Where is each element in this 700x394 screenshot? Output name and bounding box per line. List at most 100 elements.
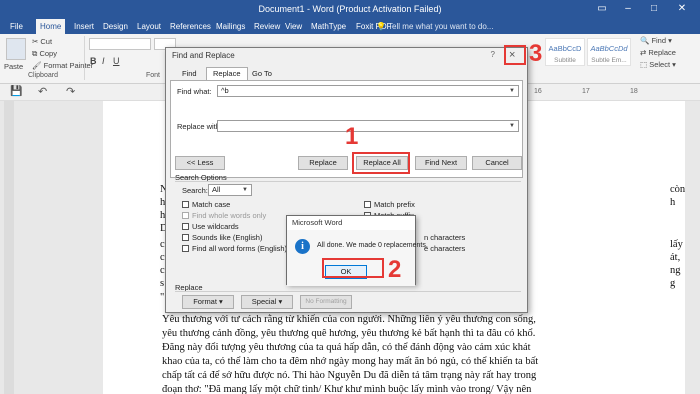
info-icon: i <box>295 239 310 254</box>
divider <box>84 36 85 80</box>
text-fragment: lấy <box>670 239 683 250</box>
text-fragment: " <box>160 292 165 303</box>
checkbox[interactable] <box>182 245 189 252</box>
underline-icon[interactable]: U <box>113 56 120 66</box>
whole-words-label: Find whole words only <box>192 211 267 220</box>
text-fragment: c <box>160 265 165 276</box>
find-what-input[interactable]: ^b ▼ <box>217 85 519 97</box>
message-box-title: Microsoft Word <box>287 216 415 230</box>
tell-me-text: Tell me what you want to do... <box>388 22 494 31</box>
sounds-like-checkbox[interactable]: Sounds like (English) <box>182 233 262 242</box>
bold-icon[interactable]: B <box>90 56 97 66</box>
checkbox[interactable] <box>182 201 189 208</box>
tab-mathtype[interactable]: MathType <box>307 19 350 34</box>
clipboard-group-label: Clipboard <box>28 72 58 79</box>
divider <box>175 291 521 292</box>
style-subtle-emphasis[interactable]: AaBbCcDd Subtle Em... <box>587 38 631 66</box>
checkbox[interactable] <box>182 223 189 230</box>
redo-icon[interactable]: ↷ <box>66 85 75 98</box>
find-button[interactable]: 🔍 Find ▾ <box>640 36 672 45</box>
divider <box>175 181 521 182</box>
ruler-mark: 17 <box>582 88 590 95</box>
match-case-label: Match case <box>192 200 231 209</box>
ruler-mark: 16 <box>534 88 542 95</box>
tab-design[interactable]: Design <box>99 19 132 34</box>
find-what-label: Find what: <box>177 87 212 96</box>
tab-insert[interactable]: Insert <box>70 19 98 34</box>
cancel-button[interactable]: Cancel <box>472 156 522 170</box>
close-window-icon[interactable]: ✕ <box>672 2 692 16</box>
save-icon[interactable]: 💾 <box>10 86 22 97</box>
chevron-down-icon: ▼ <box>242 187 248 193</box>
tab-mailings[interactable]: Mailings <box>212 19 249 34</box>
search-direction-value: All <box>212 185 221 194</box>
style-name: Subtitle <box>554 57 576 64</box>
italic-icon[interactable]: I <box>102 56 105 66</box>
message-text: All done. We made 0 replacements. <box>317 242 428 249</box>
tab-references[interactable]: References <box>166 19 215 34</box>
use-wildcards-checkbox[interactable]: Use wildcards <box>182 222 239 231</box>
chevron-down-icon[interactable]: ▼ <box>507 86 517 96</box>
undo-icon[interactable]: ↶ <box>38 85 47 98</box>
tab-review[interactable]: Review <box>250 19 284 34</box>
ribbon-display-icon[interactable]: ▭ <box>592 2 612 16</box>
match-prefix-checkbox[interactable]: Match prefix <box>364 200 415 209</box>
minimize-icon[interactable]: – <box>618 2 638 16</box>
copy-label: Copy <box>39 49 57 58</box>
tab-find[interactable]: Find <box>176 68 203 80</box>
maximize-icon[interactable]: □ <box>644 2 664 16</box>
checkbox[interactable] <box>182 212 189 219</box>
text-fragment: h <box>670 197 676 208</box>
title-bar: Document1 - Word (Product Activation Fai… <box>0 0 700 19</box>
tell-me-box[interactable]: 💡 Tell me what you want to do... <box>376 19 493 34</box>
paste-icon[interactable] <box>6 38 26 60</box>
replace-ribbon-button[interactable]: ⇄ Replace <box>640 48 676 57</box>
highlight-replace-all <box>352 152 410 174</box>
whole-words-checkbox[interactable]: Find whole words only <box>182 211 266 220</box>
cut-button[interactable]: ✂ Cut <box>32 37 52 46</box>
special-button[interactable]: Special ▾ <box>241 295 293 309</box>
font-name-box[interactable] <box>89 38 151 50</box>
tab-home[interactable]: Home <box>36 19 66 34</box>
document-line: chấp tất cả để sở hữu được nó. Thi hào N… <box>162 370 537 381</box>
style-subtitle[interactable]: AaBbCcD Subtitle <box>545 38 585 66</box>
cut-label: Cut <box>40 37 53 46</box>
no-formatting-button[interactable]: No Formatting <box>300 295 352 309</box>
help-icon[interactable]: ? <box>491 50 495 59</box>
replace-button[interactable]: Replace <box>298 156 348 170</box>
copy-button[interactable]: ⧉ Copy <box>32 49 57 59</box>
ignore-punctuation-label: n characters <box>424 233 466 242</box>
select-button[interactable]: ⬚ Select ▾ <box>640 60 676 69</box>
find-next-button[interactable]: Find Next <box>415 156 467 170</box>
document-line: Yêu thương với tư cách rằng từ khiến của… <box>162 314 536 325</box>
sounds-like-label: Sounds like (English) <box>192 233 263 242</box>
tab-layout[interactable]: Layout <box>133 19 165 34</box>
less-button[interactable]: << Less <box>175 156 225 170</box>
format-button[interactable]: Format ▾ <box>182 295 234 309</box>
checkbox[interactable] <box>182 234 189 241</box>
checkbox[interactable] <box>364 201 371 208</box>
dialog-title: Find and Replace <box>172 51 235 60</box>
select-icon: ⬚ <box>640 60 648 69</box>
paste-button[interactable]: Paste <box>4 62 23 71</box>
search-direction-select[interactable]: All ▼ <box>208 184 252 196</box>
tab-view[interactable]: View <box>281 19 306 34</box>
word-forms-checkbox[interactable]: Find all word forms (English) <box>182 244 287 253</box>
text-fragment: c <box>160 239 165 250</box>
word-forms-label: Find all word forms (English) <box>192 244 288 253</box>
format-painter-label: Format Painter <box>43 61 94 70</box>
copy-icon: ⧉ <box>32 49 38 58</box>
tab-replace[interactable]: Replace <box>206 67 248 81</box>
text-fragment: ng <box>670 265 681 276</box>
replace-icon: ⇄ <box>640 48 647 57</box>
document-line: đoạn thơ: "Đã mang lấy một chữ tình/ Khư… <box>162 384 532 394</box>
style-preview: AaBbCcD <box>548 44 582 53</box>
replace-with-input[interactable]: ▼ <box>217 120 519 132</box>
match-case-checkbox[interactable]: Match case <box>182 200 230 209</box>
text-fragment: s <box>160 278 165 289</box>
document-line: Đăng này đổi tượng yêu thương của ta quá… <box>162 342 531 353</box>
tab-file[interactable]: File <box>6 19 27 34</box>
chevron-down-icon[interactable]: ▼ <box>507 121 517 131</box>
tab-go-to[interactable]: Go To <box>246 68 278 80</box>
highlight-ok <box>322 258 384 278</box>
